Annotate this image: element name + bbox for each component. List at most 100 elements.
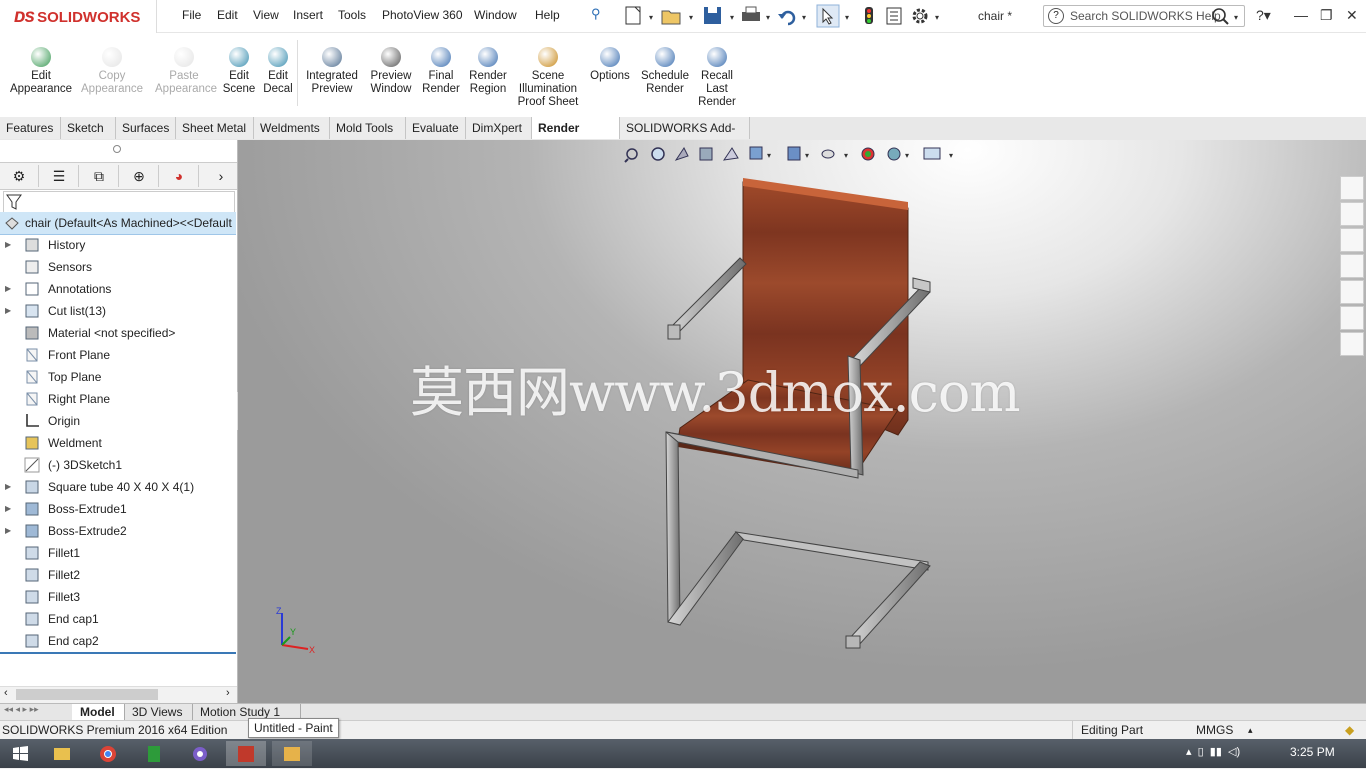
start-icon[interactable] — [0, 741, 40, 766]
graphics-viewport[interactable]: ▾ ▾ ▾ ▾ ▾ 莫西网www.3dmox.com Z X Y — [238, 140, 1366, 705]
save-icon[interactable] — [704, 7, 721, 24]
scene-illumination-button[interactable]: Scene Illumination Proof Sheet — [512, 47, 584, 109]
undo-icon[interactable] — [778, 10, 796, 26]
edit-scene-button[interactable]: Edit Scene — [221, 47, 257, 96]
undo-dropdown-icon[interactable]: ▾ — [802, 13, 806, 22]
expand-arrow-icon[interactable]: ▶ — [5, 234, 11, 256]
menu-insert[interactable]: Insert — [293, 8, 323, 22]
tab-weldments[interactable]: Weldments — [254, 117, 330, 139]
tree-item[interactable]: ▶ Boss-Extrude2 — [0, 520, 236, 542]
expand-arrow-icon[interactable]: ▶ — [5, 300, 11, 322]
new-dropdown-icon[interactable]: ▾ — [649, 13, 653, 22]
tab-surfaces[interactable]: Surfaces — [116, 117, 176, 139]
new-document-icon[interactable] — [625, 6, 641, 25]
tab-mold-tools[interactable]: Mold Tools — [330, 117, 406, 139]
left-armrest[interactable] — [667, 257, 747, 340]
copy-appearance-button[interactable]: Copy Appearance — [81, 47, 143, 96]
restore-icon[interactable]: ❐ — [1320, 7, 1333, 24]
options-dropdown-icon[interactable]: ▾ — [935, 13, 939, 22]
options-button[interactable]: Options — [586, 47, 634, 83]
display-manager-tab-icon[interactable]: ◕ — [160, 165, 199, 187]
paint-taskbar-icon[interactable] — [272, 741, 312, 766]
tree-item[interactable]: Sensors — [0, 256, 236, 278]
previous-view-icon[interactable] — [674, 147, 689, 161]
panel-splitter-handle[interactable] — [113, 145, 121, 153]
forum-icon[interactable] — [1340, 332, 1364, 356]
solidworks-taskbar-icon[interactable] — [226, 741, 266, 766]
search-help-field[interactable]: ? Search SOLIDWORKS Help ▾ — [1043, 5, 1245, 27]
tree-item[interactable]: End cap1 — [0, 608, 236, 630]
print-icon[interactable] — [742, 6, 760, 21]
menu-help[interactable]: Help — [535, 8, 560, 22]
more-tabs-chevron-icon[interactable]: › — [206, 165, 236, 187]
expand-arrow-icon[interactable]: ▶ — [5, 520, 11, 542]
feature-tree-tab-icon[interactable]: ⚙ — [0, 165, 39, 187]
tree-item[interactable]: End cap2 — [0, 630, 236, 652]
feature-filter-field[interactable] — [3, 191, 235, 213]
pin-icon[interactable]: ⚲ — [591, 6, 605, 22]
menu-view[interactable]: View — [253, 8, 279, 22]
view-settings-icon[interactable]: ▾ — [923, 147, 953, 160]
bottom-tab-3d-views[interactable]: 3D Views — [124, 704, 193, 720]
section-view-icon[interactable] — [699, 147, 713, 161]
tree-item[interactable]: ▶ Square tube 40 X 40 X 4(1) — [0, 476, 236, 498]
final-render-button[interactable]: Final Render — [420, 47, 462, 96]
expand-arrow-icon[interactable]: ▶ — [5, 498, 11, 520]
display-style-icon[interactable]: ▾ — [787, 146, 809, 161]
expand-arrow-icon[interactable]: ▶ — [5, 278, 11, 300]
scrollbar-thumb[interactable] — [16, 689, 158, 700]
select-icon[interactable] — [816, 4, 840, 28]
tree-item[interactable]: Front Plane — [0, 344, 236, 366]
system-tray-icons[interactable]: ▴ ▯ ▮▮ ◁) — [1186, 745, 1240, 758]
appearances-scenes-icon[interactable] — [1340, 280, 1364, 304]
tree-item[interactable]: Fillet3 — [0, 586, 236, 608]
preview-window-button[interactable]: Preview Window — [362, 47, 420, 96]
tree-item[interactable]: ▶ Boss-Extrude1 — [0, 498, 236, 520]
edit-appearance-hud-icon[interactable] — [861, 147, 875, 161]
open-icon[interactable] — [661, 10, 681, 25]
tree-item[interactable]: Right Plane — [0, 388, 236, 410]
scroll-right-icon[interactable]: › — [226, 687, 230, 699]
tree-item[interactable]: (-) 3DSketch1 — [0, 454, 236, 476]
expand-arrow-icon[interactable]: ▶ — [5, 476, 11, 498]
dynamic-annotation-icon[interactable] — [722, 147, 739, 161]
select-dropdown-icon[interactable]: ▾ — [845, 13, 849, 22]
tree-item[interactable]: Material <not specified> — [0, 322, 236, 344]
clock[interactable]: 3:25 PM — [1290, 745, 1335, 759]
apply-scene-icon[interactable]: ▾ — [887, 147, 909, 161]
tree-item[interactable]: Fillet2 — [0, 564, 236, 586]
integrated-preview-button[interactable]: Integrated Preview — [302, 47, 362, 96]
edit-decal-button[interactable]: Edit Decal — [260, 47, 296, 96]
property-manager-tab-icon[interactable]: ☰ — [40, 165, 79, 187]
file-explorer-taskbar-icon[interactable] — [42, 741, 82, 766]
file-explorer-icon[interactable] — [1340, 228, 1364, 252]
feature-tree-scrollbar[interactable]: ‹ › — [0, 686, 237, 703]
calculator-taskbar-icon[interactable] — [134, 741, 174, 766]
close-icon[interactable]: ✕ — [1346, 7, 1358, 24]
hide-show-items-icon[interactable]: ▾ — [821, 149, 848, 160]
tab-dimxpert[interactable]: DimXpert — [466, 117, 532, 139]
chrome-taskbar-icon[interactable] — [88, 741, 128, 766]
tab-sheet-metal[interactable]: Sheet Metal — [176, 117, 254, 139]
menu-file[interactable]: File — [182, 8, 201, 22]
menu-edit[interactable]: Edit — [217, 8, 238, 22]
part-root-node[interactable]: chair (Default<As Machined><<Default — [0, 212, 236, 235]
rebuild-status-icon[interactable]: ◆ — [1345, 721, 1354, 740]
schedule-render-button[interactable]: Schedule Render — [636, 47, 694, 96]
options-gear-icon[interactable] — [912, 8, 928, 24]
edit-appearance-button[interactable]: Edit Appearance — [0, 47, 82, 96]
help-menu-icon[interactable]: ?▾ — [1256, 7, 1271, 24]
home-icon[interactable] — [1340, 176, 1364, 200]
bottom-tab-model[interactable]: Model — [72, 704, 125, 720]
base-frame[interactable] — [734, 531, 931, 649]
rollback-bar[interactable] — [0, 652, 236, 654]
menu-window[interactable]: Window — [474, 8, 517, 22]
open-dropdown-icon[interactable]: ▾ — [689, 13, 693, 22]
configuration-manager-tab-icon[interactable]: ⧉ — [80, 165, 119, 187]
view-orientation-icon[interactable]: ▾ — [749, 146, 771, 160]
tab-sketch[interactable]: Sketch — [61, 117, 116, 139]
tab-navigation-icons[interactable]: ◂◂ ◂ ▸ ▸▸ — [4, 704, 39, 715]
tab-evaluate[interactable]: Evaluate — [406, 117, 466, 139]
tree-item[interactable]: Top Plane — [0, 366, 236, 388]
units-label[interactable]: MMGS — [1196, 721, 1233, 740]
